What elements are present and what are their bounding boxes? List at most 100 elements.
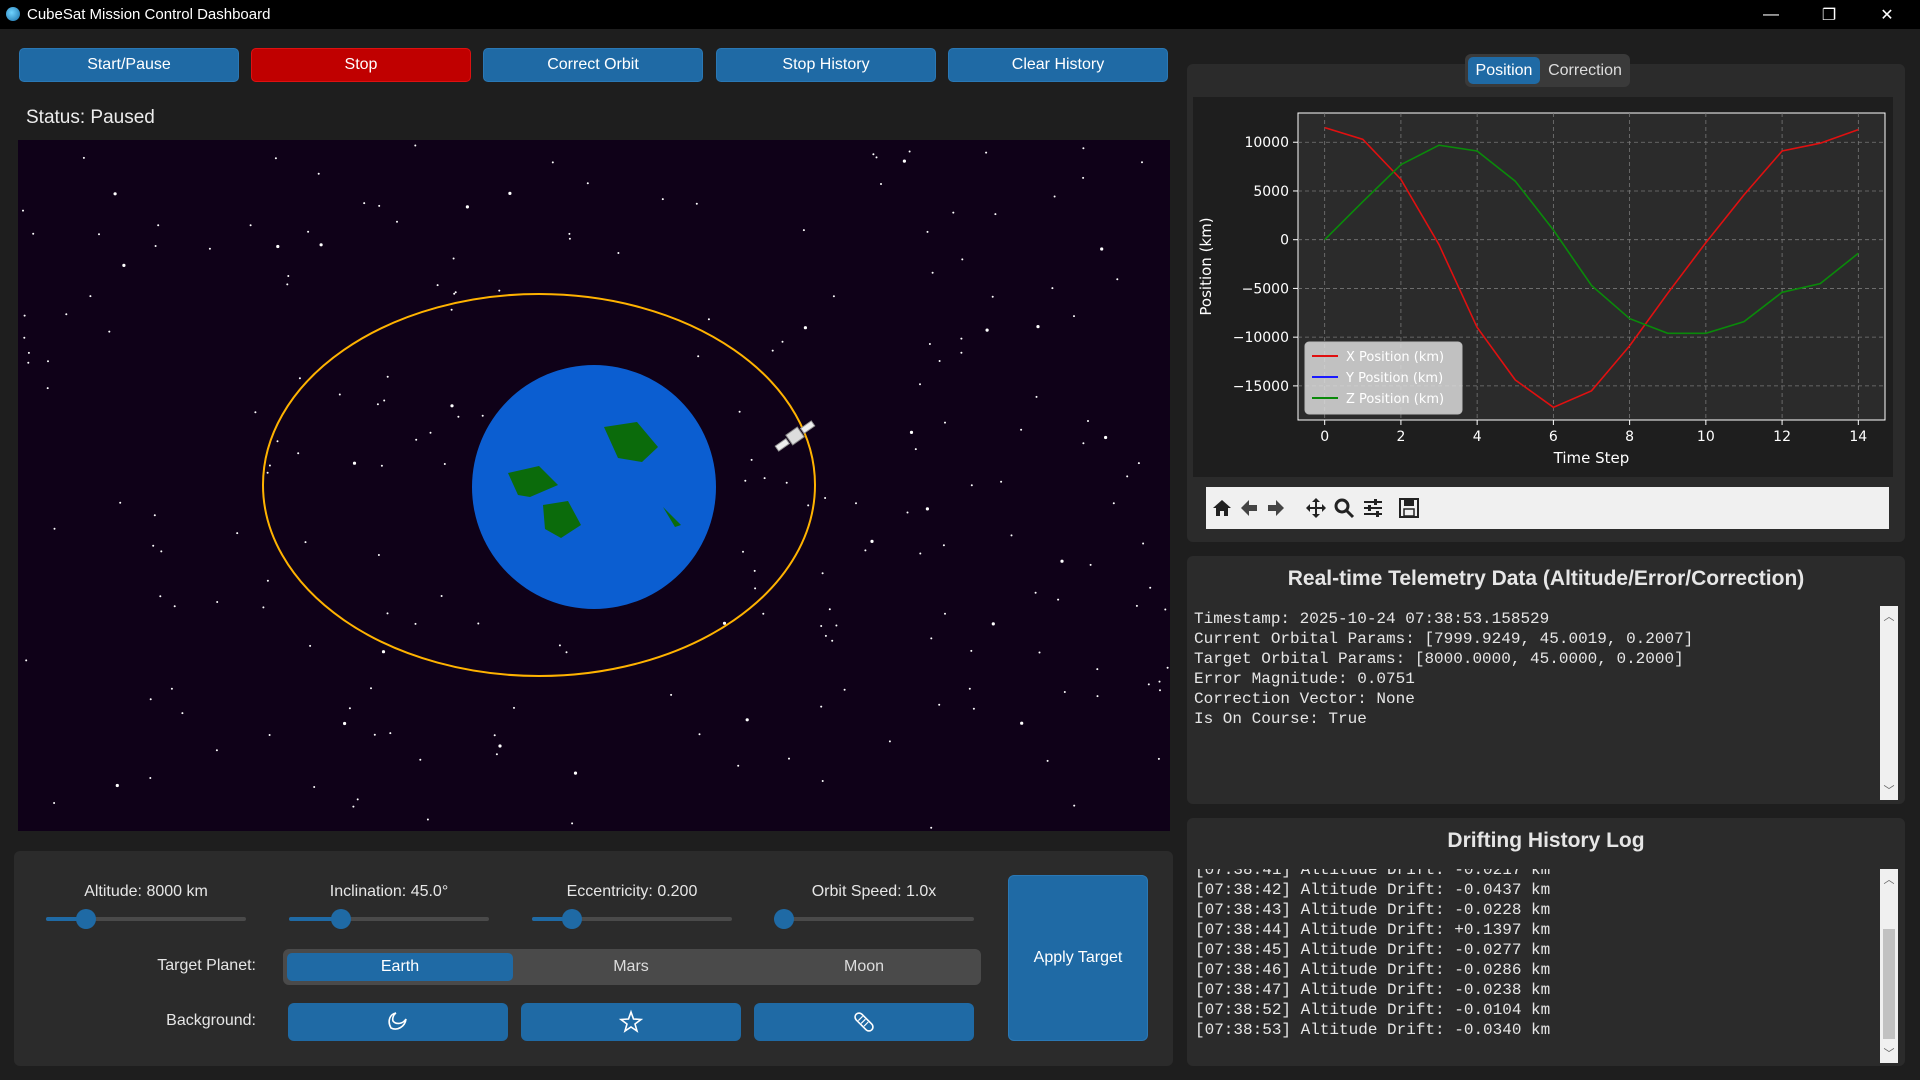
scroll-thumb[interactable] xyxy=(1883,929,1895,1039)
star xyxy=(159,595,162,598)
star xyxy=(386,612,389,615)
zoom-icon[interactable] xyxy=(1332,496,1356,520)
inclination-slider[interactable] xyxy=(289,909,489,929)
star xyxy=(160,550,163,553)
star xyxy=(122,263,126,267)
star xyxy=(737,764,740,767)
star xyxy=(902,159,907,163)
y-axis-label: Position (km) xyxy=(1197,217,1215,315)
scroll-down-icon[interactable]: ﹀ xyxy=(1880,782,1898,798)
star xyxy=(762,612,765,615)
star xyxy=(343,721,347,726)
stop-history-button[interactable]: Stop History xyxy=(716,48,936,82)
star xyxy=(919,552,922,555)
altitude-slider-knob[interactable] xyxy=(76,909,96,929)
star xyxy=(944,421,946,424)
star xyxy=(450,404,454,408)
star xyxy=(149,777,152,779)
scroll-down-icon[interactable]: ﹀ xyxy=(1880,1045,1898,1061)
restore-button[interactable]: ❐ xyxy=(1800,0,1858,29)
altitude-slider[interactable] xyxy=(46,909,246,929)
background-comet-button[interactable] xyxy=(754,1003,974,1041)
star xyxy=(972,707,975,710)
minimize-button[interactable]: — xyxy=(1742,0,1800,29)
star xyxy=(319,243,323,247)
star xyxy=(872,153,875,156)
star xyxy=(429,431,432,434)
background-stars-button[interactable] xyxy=(521,1003,741,1041)
orbit-speed-slider-knob[interactable] xyxy=(774,909,794,929)
orbit-canvas[interactable] xyxy=(18,140,1170,831)
tab-position[interactable]: Position xyxy=(1468,57,1540,84)
stop-button[interactable]: Stop xyxy=(251,48,471,82)
star xyxy=(113,192,117,196)
background-moon-button[interactable] xyxy=(288,1003,508,1041)
star xyxy=(754,587,757,590)
star xyxy=(961,258,964,261)
close-button[interactable]: ✕ xyxy=(1858,0,1916,29)
correct-orbit-button[interactable]: Correct Orbit xyxy=(483,48,703,82)
tab-correction[interactable]: Correction xyxy=(1543,57,1627,84)
x-tick-label: 10 xyxy=(1697,429,1715,445)
history-scrollbar[interactable]: ︿ ﹀ xyxy=(1880,869,1898,1063)
planet-option-earth[interactable]: Earth xyxy=(287,953,513,981)
clear-history-button[interactable]: Clear History xyxy=(948,48,1168,82)
save-icon[interactable] xyxy=(1397,496,1421,520)
eccentricity-slider[interactable] xyxy=(532,909,732,929)
y-tick-label: 0 xyxy=(1280,233,1289,249)
history-log-viewport[interactable]: [07:38:41] Altitude Drift: -0.0217 km [07… xyxy=(1194,869,1874,1061)
home-icon[interactable] xyxy=(1210,496,1234,520)
star xyxy=(426,818,429,821)
apply-target-button[interactable]: Apply Target xyxy=(1008,875,1148,1041)
star xyxy=(831,639,834,642)
star xyxy=(181,712,184,715)
scroll-up-icon[interactable]: ︿ xyxy=(1880,608,1898,624)
star xyxy=(914,448,917,451)
orbit-scene xyxy=(22,144,1169,829)
star xyxy=(698,733,701,736)
eccentricity-slider-knob[interactable] xyxy=(562,909,582,929)
star xyxy=(1142,542,1145,545)
star-icon xyxy=(618,1009,644,1033)
star xyxy=(750,458,753,461)
star xyxy=(1051,287,1054,290)
status-label: Status: Paused xyxy=(26,107,155,128)
star xyxy=(571,822,574,825)
planet-option-moon[interactable]: Moon xyxy=(751,953,977,981)
eccentricity-label: Eccentricity: 0.200 xyxy=(566,883,698,900)
star xyxy=(440,595,443,597)
star xyxy=(414,144,417,147)
target-planet-label: Target Planet: xyxy=(157,957,256,974)
star xyxy=(215,749,218,752)
start-pause-button[interactable]: Start/Pause xyxy=(19,48,239,82)
star xyxy=(1116,278,1119,281)
star xyxy=(1126,475,1129,478)
star xyxy=(1036,325,1040,329)
telemetry-text[interactable]: Timestamp: 2025-10-24 07:38:53.158529 Cur… xyxy=(1194,609,1874,799)
star xyxy=(266,579,269,582)
star xyxy=(153,514,156,517)
telemetry-line: Current Orbital Params: [7999.9249, 45.0… xyxy=(1194,630,1694,648)
telemetry-scrollbar[interactable]: ︿ ﹀ xyxy=(1880,606,1898,800)
star xyxy=(1089,563,1092,566)
star xyxy=(25,659,28,662)
scroll-up-icon[interactable]: ︿ xyxy=(1880,871,1898,887)
star xyxy=(119,501,122,504)
star xyxy=(970,484,973,487)
forward-arrow-icon[interactable] xyxy=(1264,496,1288,520)
star xyxy=(1159,689,1161,692)
y-tick-label: 5000 xyxy=(1253,184,1289,200)
x-tick-label: 12 xyxy=(1773,429,1791,445)
orbit-speed-slider[interactable] xyxy=(774,909,974,929)
configure-icon[interactable] xyxy=(1361,496,1385,520)
star xyxy=(565,651,568,654)
inclination-slider-knob[interactable] xyxy=(331,909,351,929)
telemetry-line: Target Orbital Params: [8000.0000, 45.00… xyxy=(1194,650,1684,668)
back-arrow-icon[interactable] xyxy=(1237,496,1261,520)
star xyxy=(870,539,874,543)
planet-option-mars[interactable]: Mars xyxy=(518,953,744,981)
x-tick-label: 0 xyxy=(1320,429,1329,445)
star xyxy=(1082,442,1085,445)
star xyxy=(1073,315,1075,318)
pan-icon[interactable] xyxy=(1304,496,1328,520)
